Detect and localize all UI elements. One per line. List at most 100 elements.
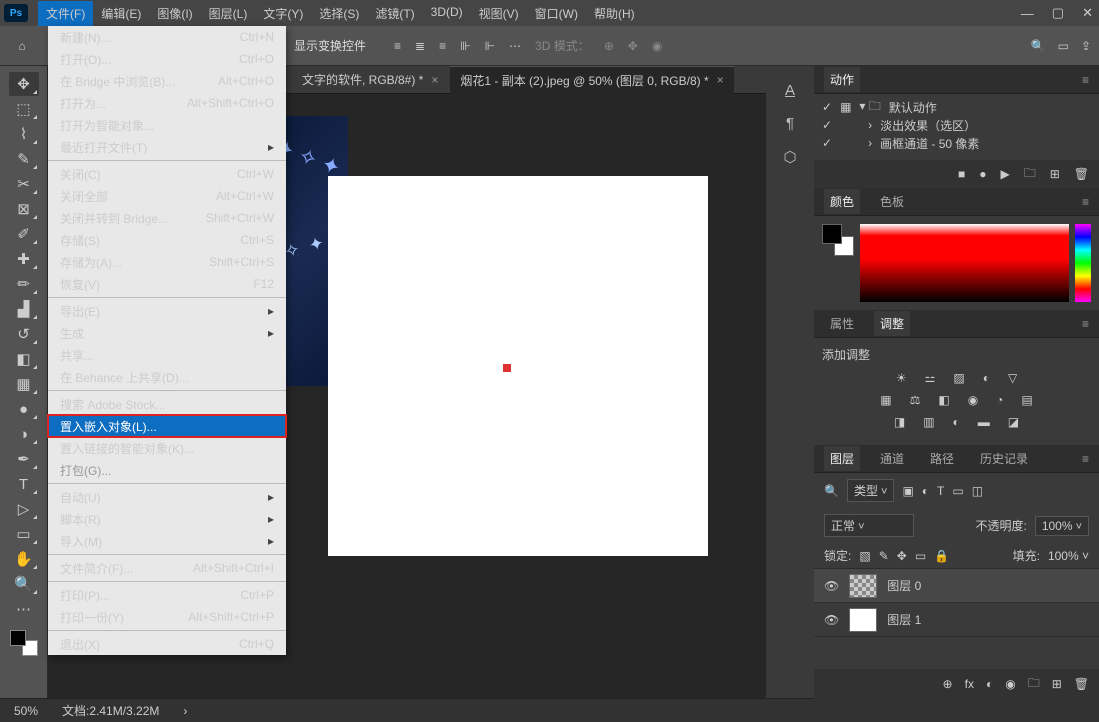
menu-item[interactable]: 退出(X)Ctrl+Q xyxy=(48,633,286,655)
lock-trans-icon[interactable]: ▧ xyxy=(859,549,870,563)
paragraph-icon[interactable]: ¶ xyxy=(786,115,794,132)
document-tab[interactable]: 烟花1 - 副本 (2).jpeg @ 50% (图层 0, RGB/8) *× xyxy=(450,66,733,94)
new-set-icon[interactable]: 🗀 xyxy=(1024,164,1036,185)
fill-value[interactable]: 100% ˅ xyxy=(1048,549,1089,563)
blur-tool[interactable]: ● xyxy=(9,397,39,421)
filter-shape-icon[interactable]: ▭ xyxy=(952,484,963,498)
type-tool[interactable]: T xyxy=(9,472,39,496)
threshold-icon[interactable]: ◐ xyxy=(953,415,960,429)
lock-nest-icon[interactable]: ▭ xyxy=(915,549,926,563)
menu-视图(V)[interactable]: 视图(V) xyxy=(471,1,527,26)
stop-icon[interactable]: ■ xyxy=(958,167,965,181)
color-field[interactable] xyxy=(860,224,1069,302)
chevron-right-icon[interactable]: › xyxy=(183,704,187,718)
menu-item[interactable]: 关闭并转到 Bridge...Shift+Ctrl+W xyxy=(48,207,286,229)
panel-menu-icon[interactable]: ≡ xyxy=(1082,195,1089,209)
visibility-icon[interactable]: 👁 xyxy=(824,579,839,593)
lock-all-icon[interactable]: 🔒 xyxy=(934,549,949,563)
menu-item[interactable]: 导入(M)▸ xyxy=(48,530,286,552)
panel-menu-icon[interactable]: ≡ xyxy=(1082,452,1089,466)
color-swatches[interactable] xyxy=(8,628,40,658)
menu-item[interactable]: 置入链接的智能对象(K)... xyxy=(48,437,286,459)
tab-history[interactable]: 历史记录 xyxy=(974,446,1034,471)
frame-tool[interactable]: ⊠ xyxy=(9,197,39,221)
align-icon[interactable]: ≣ xyxy=(415,39,425,53)
blend-mode[interactable]: 正常 ˅ xyxy=(824,514,914,537)
layer-row[interactable]: 👁 图层 0 xyxy=(814,569,1099,603)
menu-item[interactable]: 脚本(R)▸ xyxy=(48,508,286,530)
record-icon[interactable]: ● xyxy=(979,167,986,181)
menu-item[interactable]: 最近打开文件(T)▸ xyxy=(48,136,286,158)
hand-tool[interactable]: ✋ xyxy=(9,547,39,571)
menu-item[interactable]: 文件简介(F)...Alt+Shift+Ctrl+I xyxy=(48,557,286,579)
quick-select-tool[interactable]: ✎ xyxy=(9,147,39,171)
link-icon[interactable]: ⊕ xyxy=(943,677,953,691)
more-icon[interactable]: ⋯ xyxy=(509,39,521,53)
document-tab[interactable]: 文字的软件, RGB/8#) *× xyxy=(292,66,448,93)
action-item[interactable]: ✓›淡出效果（选区） xyxy=(822,116,1091,134)
lasso-tool[interactable]: ⌇ xyxy=(9,122,39,146)
move-tool[interactable]: ✥ xyxy=(9,72,39,96)
tab-paths[interactable]: 路径 xyxy=(924,446,960,471)
bw-icon[interactable]: ◧ xyxy=(938,393,949,407)
home-icon[interactable]: ⌂ xyxy=(8,32,36,60)
eraser-tool[interactable]: ◧ xyxy=(9,347,39,371)
layer-row[interactable]: 👁 图层 1 xyxy=(814,603,1099,637)
shape-tool[interactable]: ▭ xyxy=(9,522,39,546)
menu-item[interactable]: 置入嵌入对象(L)... xyxy=(48,415,286,437)
brightness-icon[interactable]: ☀ xyxy=(896,371,907,385)
search-icon[interactable]: 🔍 xyxy=(1031,39,1046,53)
opacity-value[interactable]: 100% ˅ xyxy=(1035,516,1089,536)
distribute-icon[interactable]: ⊩ xyxy=(485,39,495,53)
filter-type-icon[interactable]: T xyxy=(937,484,944,498)
menu-item[interactable]: 打开(O)...Ctrl+O xyxy=(48,48,286,70)
action-item[interactable]: ✓›画框通道 - 50 像素 xyxy=(822,134,1091,152)
menu-3D(D)[interactable]: 3D(D) xyxy=(423,1,471,26)
zoom-tool[interactable]: 🔍 xyxy=(9,572,39,596)
fx-icon[interactable]: fx xyxy=(965,677,974,691)
history-brush-tool[interactable]: ↺ xyxy=(9,322,39,346)
3d-icon[interactable]: ⬡ xyxy=(783,148,796,166)
menu-item[interactable]: 打开为智能对象... xyxy=(48,114,286,136)
menu-item[interactable]: 恢复(V)F12 xyxy=(48,273,286,295)
selective-icon[interactable]: ◪ xyxy=(1008,415,1019,429)
workspace-icon[interactable]: ▭ xyxy=(1058,39,1069,53)
close-icon[interactable]: × xyxy=(431,73,438,87)
new-action-icon[interactable]: ⊞ xyxy=(1050,167,1060,181)
align-icon[interactable]: ≡ xyxy=(394,39,401,53)
brush-tool[interactable]: ✏ xyxy=(9,272,39,296)
healing-tool[interactable]: ✚ xyxy=(9,247,39,271)
menu-item[interactable]: 打印(P)...Ctrl+P xyxy=(48,584,286,606)
tab-swatches[interactable]: 色板 xyxy=(874,189,910,214)
pen-tool[interactable]: ✒ xyxy=(9,447,39,471)
menu-item[interactable]: 搜索 Adobe Stock... xyxy=(48,393,286,415)
tab-channels[interactable]: 通道 xyxy=(874,446,910,471)
layer-name[interactable]: 图层 0 xyxy=(887,577,921,594)
menu-图像(I)[interactable]: 图像(I) xyxy=(149,1,200,26)
edit-toolbar[interactable]: ⋯ xyxy=(9,597,39,621)
close-button[interactable]: ✕ xyxy=(1082,5,1093,21)
menu-item[interactable]: 存储(S)Ctrl+S xyxy=(48,229,286,251)
curves-icon[interactable]: ▨ xyxy=(953,371,964,385)
photo-filter-icon[interactable]: ◉ xyxy=(968,393,978,407)
menu-item[interactable]: 关闭(C)Ctrl+W xyxy=(48,163,286,185)
crop-tool[interactable]: ✂ xyxy=(9,172,39,196)
eyedropper-tool[interactable]: ✐ xyxy=(9,222,39,246)
tab-adjustments[interactable]: 调整 xyxy=(874,311,910,336)
group-icon[interactable]: 🗀 xyxy=(1028,674,1040,695)
hue-icon[interactable]: ▦ xyxy=(880,393,891,407)
invert-icon[interactable]: ◨ xyxy=(894,415,905,429)
menu-item[interactable]: 在 Bridge 中浏览(B)...Alt+Ctrl+O xyxy=(48,70,286,92)
menu-文件(F)[interactable]: 文件(F) xyxy=(38,1,93,26)
marquee-tool[interactable]: ⬚ xyxy=(9,97,39,121)
stamp-tool[interactable]: ▟ xyxy=(9,297,39,321)
menu-item[interactable]: 关闭全部Alt+Ctrl+W xyxy=(48,185,286,207)
vibrance-icon[interactable]: ▽ xyxy=(1008,371,1017,385)
light-icon[interactable]: ◉ xyxy=(652,39,662,53)
fg-bg-swatch[interactable] xyxy=(822,224,854,256)
menu-图层(L)[interactable]: 图层(L) xyxy=(201,1,256,26)
levels-icon[interactable]: ⚍ xyxy=(925,371,936,385)
fill-adj-icon[interactable]: ◉ xyxy=(1005,677,1015,691)
trash-icon[interactable]: 🗑 xyxy=(1074,677,1089,691)
character-icon[interactable]: A xyxy=(785,82,795,99)
